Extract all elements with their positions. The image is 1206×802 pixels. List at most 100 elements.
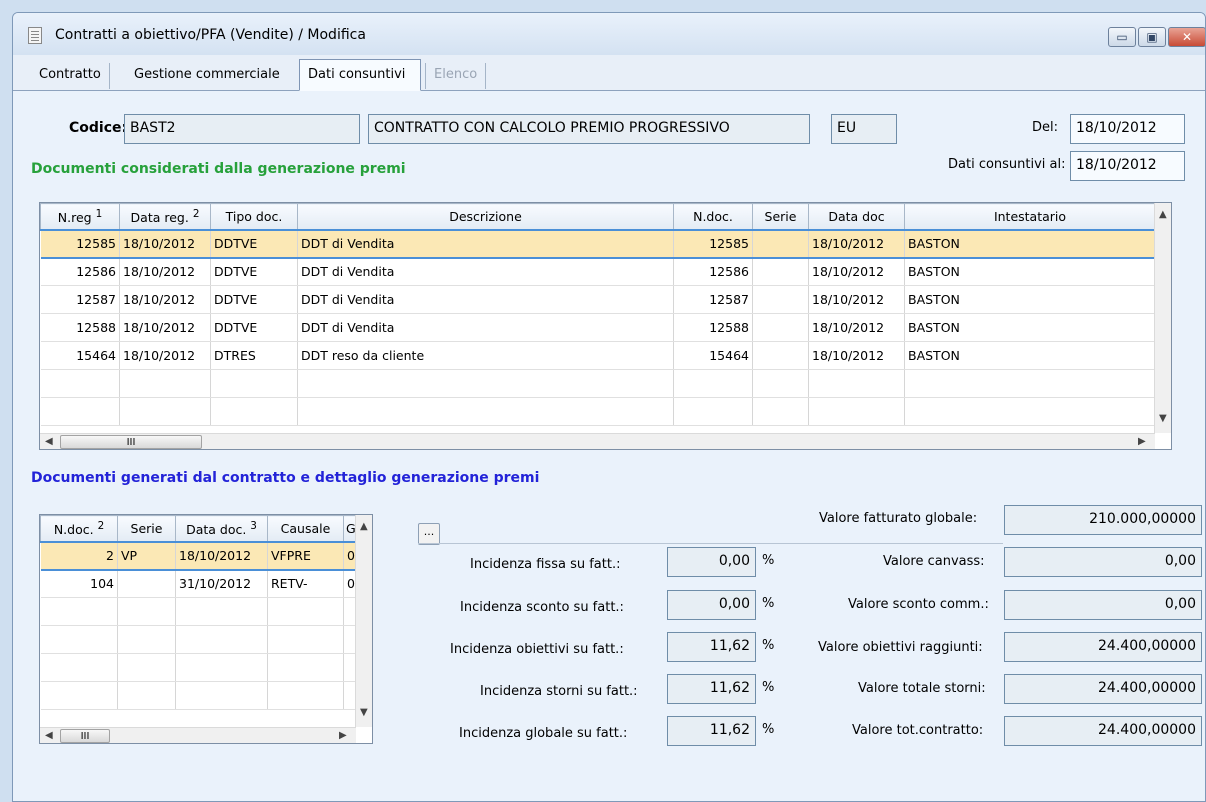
title-bar[interactable]: Contratti a obiettivo/PFA (Vendite) / Mo… <box>13 13 1205 55</box>
valore-fatturato-label: Valore fatturato globale: <box>819 511 978 526</box>
table-row[interactable]: 10431/10/2012RETV-00 <box>40 569 357 598</box>
valore-storni-label: Valore totale storni: <box>858 681 986 696</box>
incidenza-globale-field[interactable]: 11,62 <box>667 716 756 746</box>
incidenza-globale-label: Incidenza globale su fatt.: <box>459 726 628 741</box>
documents-considered-title: Documenti considerati dalla generazione … <box>31 161 406 177</box>
contract-window: Contratti a obiettivo/PFA (Vendite) / Mo… <box>12 12 1206 802</box>
column-header-data-doc[interactable]: Data doc. 3 <box>175 515 268 542</box>
table-row[interactable]: 12588 18/10/2012 DDTVE DDT di Vendita 12588 1… <box>40 313 1156 342</box>
incidenza-storni-label: Incidenza storni su fatt.: <box>480 684 638 699</box>
tab-contratto[interactable]: Contratto <box>31 63 110 89</box>
empty-row <box>40 397 1156 426</box>
column-header-data-doc[interactable]: Data doc <box>808 203 905 230</box>
empty-row <box>40 369 1156 398</box>
tab-gestione-commerciale[interactable]: Gestione commerciale <box>126 63 288 89</box>
sort-indicator-icon: 1 <box>95 207 103 220</box>
sort-indicator-icon: 2 <box>192 207 200 220</box>
incidenza-sconto-label: Incidenza sconto su fatt.: <box>460 600 624 615</box>
empty-row <box>40 597 357 626</box>
column-header-tipo-doc[interactable]: Tipo doc. <box>210 203 298 230</box>
documents-considered-table: N.reg 1 Data reg. 2 Tipo doc. Descrizion… <box>40 203 1156 426</box>
scroll-thumb[interactable]: III <box>60 729 110 743</box>
dati-consuntivi-field[interactable]: 18/10/2012 <box>1070 151 1185 181</box>
close-button[interactable]: ✕ <box>1168 27 1205 47</box>
documents-generated-grid: N.doc. 2 Serie Data doc. 3 Causale Ge 2V… <box>39 514 373 744</box>
sort-indicator-icon: 2 <box>97 519 105 532</box>
scroll-down-icon[interactable]: ▼ <box>1159 413 1167 424</box>
percent-unit: % <box>762 596 775 611</box>
column-header-nreg[interactable]: N.reg 1 <box>40 203 120 230</box>
window-title: Contratti a obiettivo/PFA (Vendite) / Mo… <box>55 27 366 43</box>
incidenza-storni-field[interactable]: 11,62 <box>667 674 756 704</box>
incidenza-obiettivi-field[interactable]: 11,62 <box>667 632 756 662</box>
table-row[interactable]: 2VP18/10/2012VFPRE00 <box>40 540 357 571</box>
tab-elenco[interactable]: Elenco <box>425 63 487 89</box>
empty-row <box>40 681 357 710</box>
percent-unit: % <box>762 680 775 695</box>
column-header-serie[interactable]: Serie <box>752 203 809 230</box>
table-header-row: N.doc. 2 Serie Data doc. 3 Causale Ge <box>40 515 357 542</box>
sort-indicator-icon: 3 <box>250 519 257 532</box>
table-row[interactable]: 12586 18/10/2012 DDTVE DDT di Vendita 12586 1… <box>40 257 1156 286</box>
valore-canvass-label: Valore canvass: <box>883 554 985 569</box>
percent-unit: % <box>762 638 775 653</box>
table-header-row: N.reg 1 Data reg. 2 Tipo doc. Descrizion… <box>40 203 1156 230</box>
column-header-ndoc[interactable]: N.doc. <box>673 203 753 230</box>
percent-unit: % <box>762 722 775 737</box>
divider <box>418 543 1003 544</box>
maximize-button[interactable]: ▣ <box>1138 27 1166 47</box>
codice-label: Codice: <box>69 120 128 136</box>
del-field[interactable]: 18/10/2012 <box>1070 114 1185 144</box>
scroll-right-icon[interactable]: ▶ <box>339 730 347 741</box>
scroll-right-icon[interactable]: ▶ <box>1138 436 1146 447</box>
column-header-descrizione[interactable]: Descrizione <box>297 203 674 230</box>
documents-considered-grid: N.reg 1 Data reg. 2 Tipo doc. Descrizion… <box>39 202 1172 450</box>
vertical-scrollbar[interactable]: ▲ ▼ <box>355 515 372 727</box>
column-header-ndoc[interactable]: N.doc. 2 <box>40 515 118 542</box>
empty-row <box>40 625 357 654</box>
codice-field[interactable]: BAST2 <box>124 114 360 144</box>
column-header-data-reg[interactable]: Data reg. 2 <box>119 203 211 230</box>
scroll-up-icon[interactable]: ▲ <box>360 521 368 532</box>
table-row[interactable]: 15464 18/10/2012 DTRES DDT reso da cliente 1… <box>40 341 1156 370</box>
table-row[interactable]: 12587 18/10/2012 DDTVE DDT di Vendita 12587 1… <box>40 285 1156 314</box>
scroll-up-icon[interactable]: ▲ <box>1159 209 1167 220</box>
valore-obiettivi-field[interactable]: 24.400,00000 <box>1004 632 1202 662</box>
valore-sconto-label: Valore sconto comm.: <box>848 597 989 612</box>
scroll-down-icon[interactable]: ▼ <box>360 707 368 718</box>
horizontal-scrollbar[interactable]: ◀ III ▶ <box>40 433 1155 449</box>
valore-canvass-field[interactable]: 0,00 <box>1004 547 1202 577</box>
tab-bar: Contratto Gestione commerciale Dati cons… <box>13 57 1205 91</box>
documents-generated-title: Documenti generati dal contratto e detta… <box>31 470 540 486</box>
del-label: Del: <box>1032 120 1058 135</box>
vertical-scrollbar[interactable]: ▲ ▼ <box>1154 203 1171 433</box>
valore-contratto-label: Valore tot.contratto: <box>852 723 984 738</box>
percent-unit: % <box>762 553 775 568</box>
tab-dati-consuntivi[interactable]: Dati consuntivi <box>299 59 421 91</box>
scroll-thumb[interactable]: III <box>60 435 202 449</box>
column-header-causale[interactable]: Causale <box>267 515 344 542</box>
column-header-serie[interactable]: Serie <box>117 515 176 542</box>
column-header-intestatario[interactable]: Intestatario <box>904 203 1156 230</box>
scroll-left-icon[interactable]: ◀ <box>45 730 53 741</box>
descrizione-field[interactable]: CONTRATTO CON CALCOLO PREMIO PROGRESSIVO <box>368 114 810 144</box>
table-row[interactable]: 12585 18/10/2012 DDTVE DDT di Vendita 12585 1… <box>40 228 1156 259</box>
valore-contratto-field[interactable]: 24.400,00000 <box>1004 716 1202 746</box>
minimize-button[interactable]: ▭ <box>1108 27 1136 47</box>
empty-row <box>40 653 357 682</box>
incidenza-fissa-label: Incidenza fissa su fatt.: <box>470 557 621 572</box>
dati-consuntivi-label: Dati consuntivi al: <box>948 157 1066 172</box>
valore-fatturato-field[interactable]: 210.000,00000 <box>1004 505 1202 535</box>
valore-sconto-field[interactable]: 0,00 <box>1004 590 1202 620</box>
valore-storni-field[interactable]: 24.400,00000 <box>1004 674 1202 704</box>
valuta-field[interactable]: EU <box>831 114 897 144</box>
incidenza-obiettivi-label: Incidenza obiettivi su fatt.: <box>450 642 624 657</box>
scroll-left-icon[interactable]: ◀ <box>45 436 53 447</box>
incidenza-sconto-field[interactable]: 0,00 <box>667 590 756 620</box>
details-button[interactable]: ... <box>418 523 440 545</box>
valore-obiettivi-label: Valore obiettivi raggiunti: <box>818 640 983 655</box>
incidenza-fissa-field[interactable]: 0,00 <box>667 547 756 577</box>
document-icon <box>28 27 42 44</box>
horizontal-scrollbar[interactable]: ◀ III ▶ <box>40 727 356 743</box>
dati-consuntivi-panel: Codice: BAST2 CONTRATTO CON CALCOLO PREM… <box>13 91 1205 801</box>
